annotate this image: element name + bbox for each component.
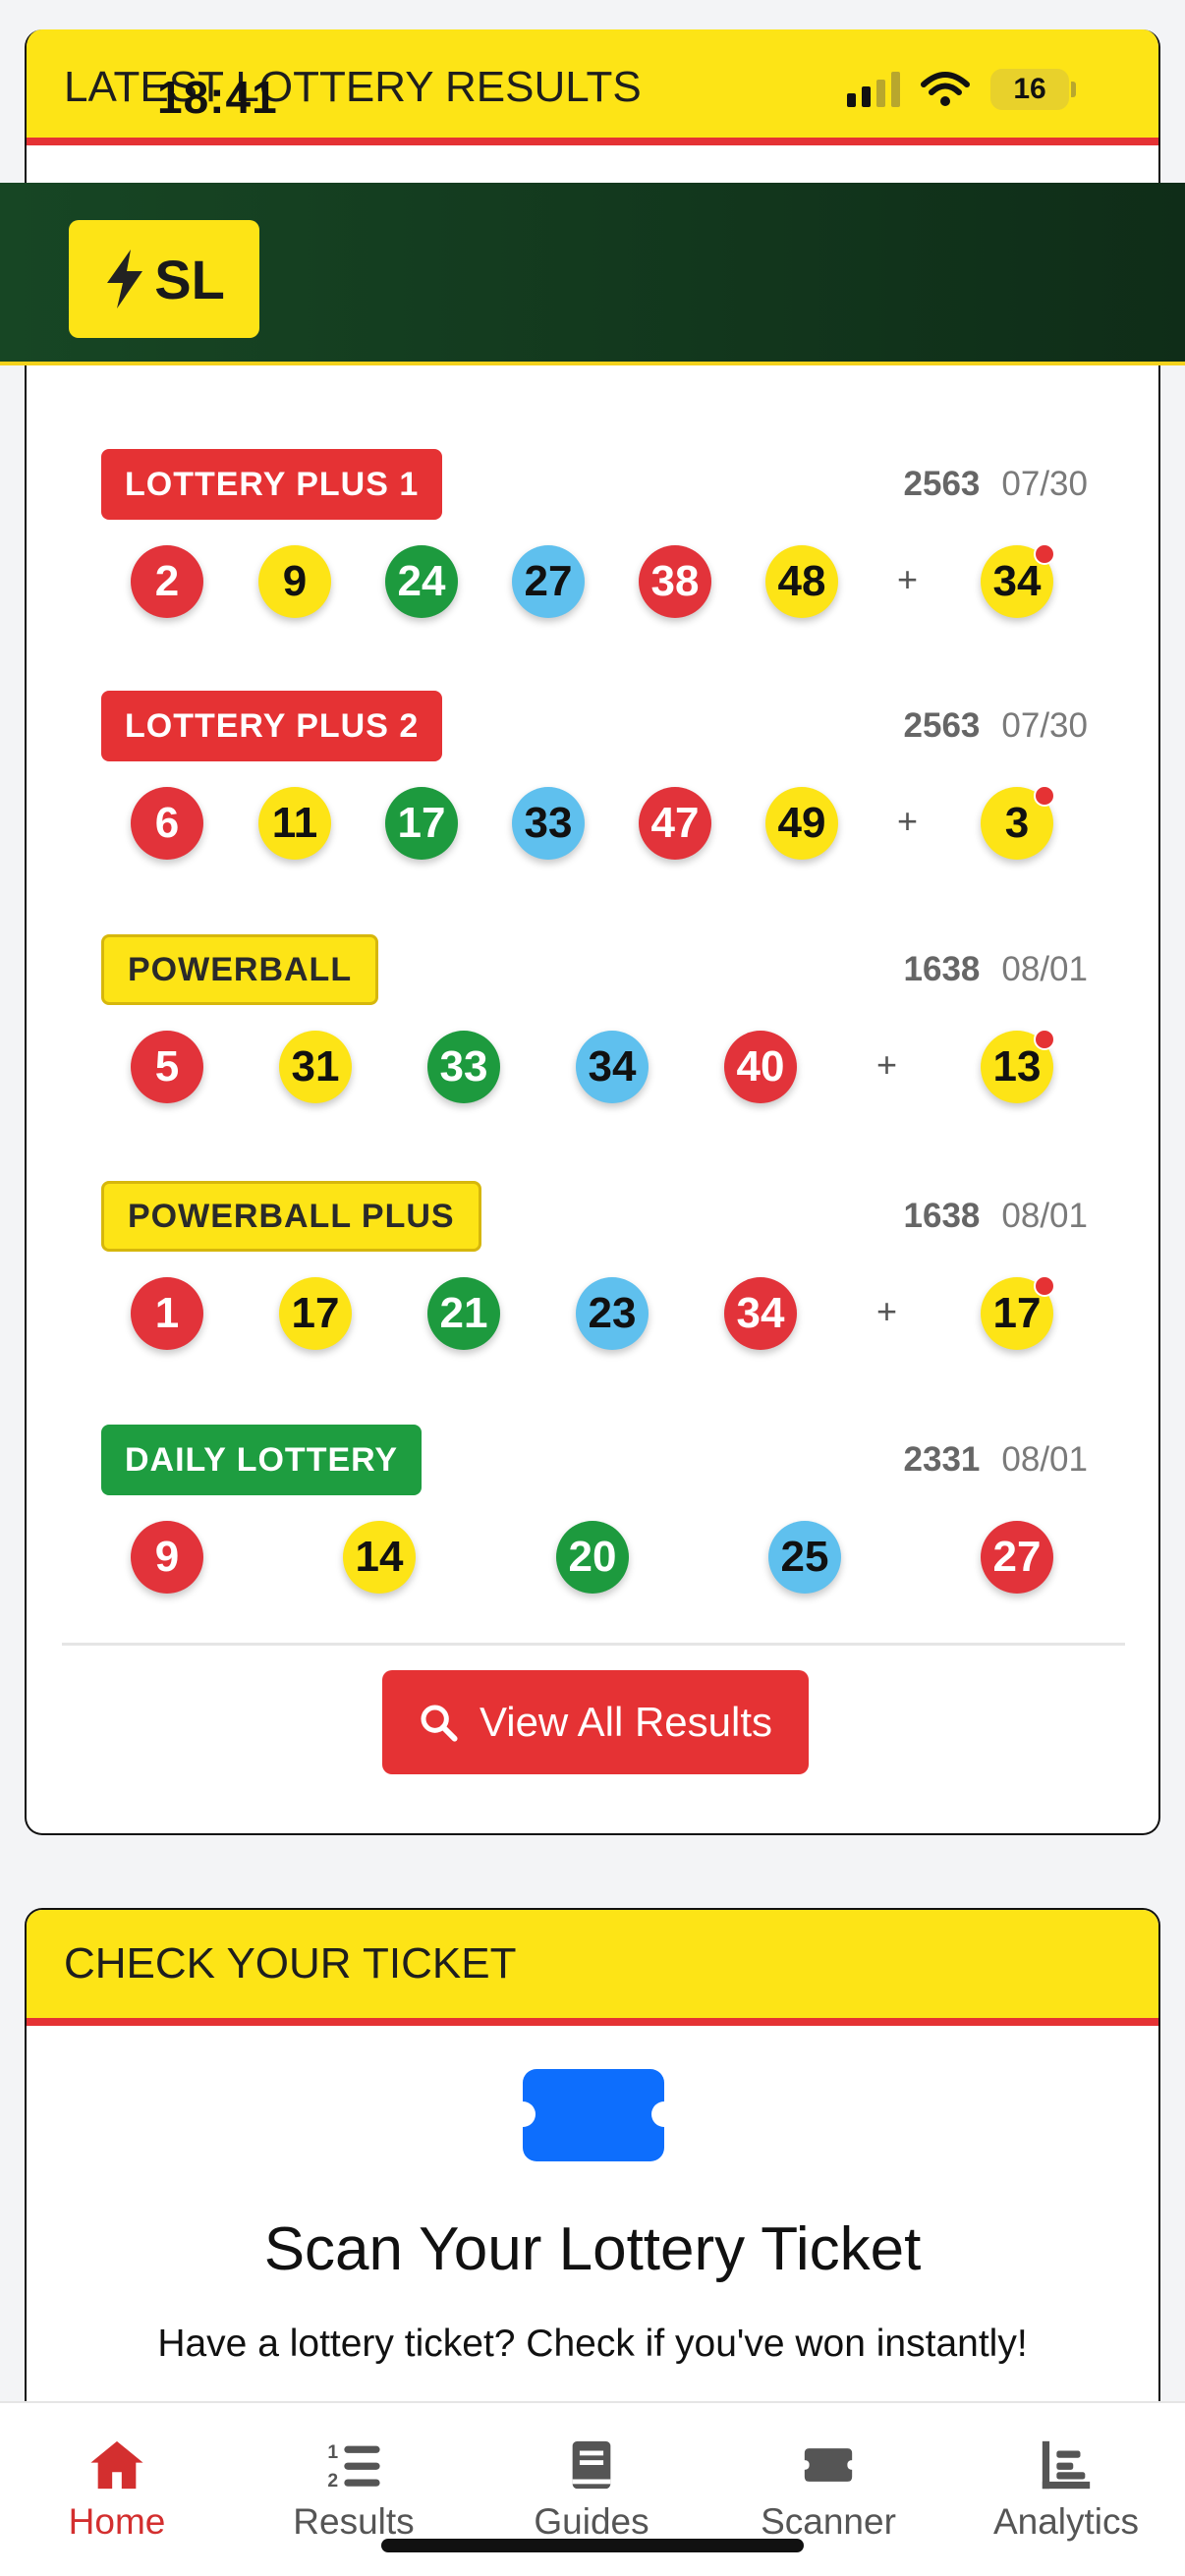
- ticket-icon: [510, 2069, 677, 2161]
- number-ball: 5: [131, 1031, 203, 1103]
- plus-sign: +: [897, 559, 919, 599]
- draw-info: 2563 07/30: [904, 706, 1088, 746]
- number-ball: 31: [279, 1031, 352, 1103]
- results-card-title: LATEST LOTTERY RESULTS: [64, 63, 642, 111]
- ticket-scan-icon: [804, 2448, 853, 2482]
- number-ball: 24: [385, 545, 458, 618]
- bonus-ball: 34: [981, 543, 1055, 618]
- nav-label: Analytics: [992, 2501, 1140, 2542]
- draw-number: 2331: [903, 1440, 981, 1479]
- nav-item-results[interactable]: 12 Results: [255, 2436, 452, 2543]
- chart-icon: [1042, 2440, 1091, 2490]
- ticket-card-header: CHECK YOUR TICKET: [27, 1910, 1158, 2026]
- number-ball: 17: [385, 787, 458, 860]
- scan-ticket-subtitle: Have a lottery ticket? Check if you've w…: [157, 2323, 1028, 2365]
- status-indicators: 16: [847, 69, 1076, 110]
- battery-icon: 16: [990, 69, 1076, 110]
- number-ball: 9: [131, 1521, 203, 1594]
- draw-date: 08/01: [1001, 950, 1088, 988]
- number-ball: 33: [427, 1031, 500, 1103]
- bonus-ball: 17: [981, 1275, 1055, 1350]
- svg-text:1: 1: [327, 2442, 338, 2463]
- plus-sign: +: [876, 1291, 898, 1331]
- nav-label: Scanner: [761, 2501, 896, 2542]
- view-all-results-button[interactable]: View All Results: [382, 1670, 809, 1774]
- number-ball: 34: [576, 1031, 649, 1103]
- number-ball: 20: [556, 1521, 629, 1594]
- draw-date: 07/30: [1001, 465, 1088, 503]
- number-ball: 23: [576, 1277, 649, 1350]
- number-ball: 38: [639, 545, 711, 618]
- wifi-icon: [921, 72, 970, 106]
- status-time: 18:41: [157, 72, 278, 123]
- number-ball: 21: [427, 1277, 500, 1350]
- draw-info: 1638 08/01: [904, 1197, 1088, 1236]
- bonus-ball: 13: [981, 1029, 1055, 1103]
- home-icon: [90, 2440, 143, 2490]
- nav-label: Home: [68, 2501, 166, 2542]
- draw-number: 2563: [903, 465, 981, 503]
- number-ball: 33: [512, 787, 585, 860]
- list-ordered-icon: 12: [327, 2442, 380, 2492]
- number-ball: 47: [639, 787, 711, 860]
- number-ball: 27: [981, 1521, 1053, 1594]
- book-icon: [572, 2440, 611, 2490]
- svg-text:2: 2: [327, 2471, 338, 2492]
- number-ball: 14: [343, 1521, 416, 1594]
- number-ball: 25: [768, 1521, 841, 1594]
- number-ball: 6: [131, 787, 203, 860]
- game-row-daily-lottery[interactable]: DAILY LOTTERY 2331 08/01 9 14 20 25 27: [27, 1425, 1158, 1631]
- app-logo[interactable]: SL: [69, 220, 259, 338]
- game-row-lottery-plus-1[interactable]: LOTTERY PLUS 1 2563 07/30 2 9 24 27 38 48…: [27, 449, 1158, 655]
- draw-number: 2563: [903, 706, 981, 745]
- nav-item-home[interactable]: Home: [19, 2436, 215, 2543]
- number-ball: 2: [131, 545, 203, 618]
- draw-date: 07/30: [1001, 706, 1088, 745]
- draw-info: 1638 08/01: [904, 950, 1088, 989]
- number-ball: 34: [724, 1277, 797, 1350]
- bonus-ball: 3: [981, 785, 1055, 860]
- number-ball: 9: [258, 545, 331, 618]
- number-ball: 40: [724, 1031, 797, 1103]
- game-tag: POWERBALL: [101, 934, 379, 1005]
- cellular-signal-icon: [847, 72, 900, 107]
- number-ball: 11: [258, 787, 331, 860]
- game-tag: LOTTERY PLUS 1: [101, 449, 443, 520]
- number-ball: 49: [765, 787, 838, 860]
- draw-date: 08/01: [1001, 1440, 1088, 1479]
- logo-text: SL: [154, 248, 225, 310]
- search-icon: [421, 1705, 458, 1742]
- number-ball: 48: [765, 545, 838, 618]
- plus-sign: +: [876, 1044, 898, 1085]
- nav-item-analytics[interactable]: Analytics: [968, 2436, 1164, 2543]
- game-tag: LOTTERY PLUS 2: [101, 691, 443, 761]
- nav-label: Guides: [534, 2501, 649, 2542]
- ticket-card-title: CHECK YOUR TICKET: [64, 1939, 517, 1988]
- divider: [62, 1643, 1125, 1646]
- view-all-results-label: View All Results: [479, 1699, 773, 1745]
- number-ball: 1: [131, 1277, 203, 1350]
- draw-date: 08/01: [1001, 1197, 1088, 1235]
- draw-number: 1638: [903, 950, 981, 988]
- home-indicator: [381, 2539, 804, 2552]
- app-bar: SL: [0, 183, 1185, 365]
- nav-item-guides[interactable]: Guides: [493, 2436, 690, 2543]
- scan-ticket-title: Scan Your Lottery Ticket: [263, 2215, 922, 2283]
- plus-sign: +: [897, 801, 919, 841]
- number-ball: 27: [512, 545, 585, 618]
- draw-info: 2563 07/30: [904, 465, 1088, 504]
- game-tag: DAILY LOTTERY: [101, 1425, 423, 1495]
- game-row-powerball[interactable]: POWERBALL 1638 08/01 5 31 33 34 40 + 13: [27, 934, 1158, 1141]
- game-tag: POWERBALL PLUS: [101, 1181, 481, 1252]
- game-row-lottery-plus-2[interactable]: LOTTERY PLUS 2 2563 07/30 6 11 17 33 47 4…: [27, 691, 1158, 897]
- draw-number: 1638: [903, 1197, 981, 1235]
- draw-info: 2331 08/01: [904, 1440, 1088, 1480]
- nav-label: Results: [293, 2501, 415, 2542]
- lightning-icon: [107, 250, 143, 308]
- number-ball: 17: [279, 1277, 352, 1350]
- nav-item-scanner[interactable]: Scanner: [730, 2436, 927, 2543]
- game-row-powerball-plus[interactable]: POWERBALL PLUS 1638 08/01 1 17 21 23 34 +…: [27, 1181, 1158, 1387]
